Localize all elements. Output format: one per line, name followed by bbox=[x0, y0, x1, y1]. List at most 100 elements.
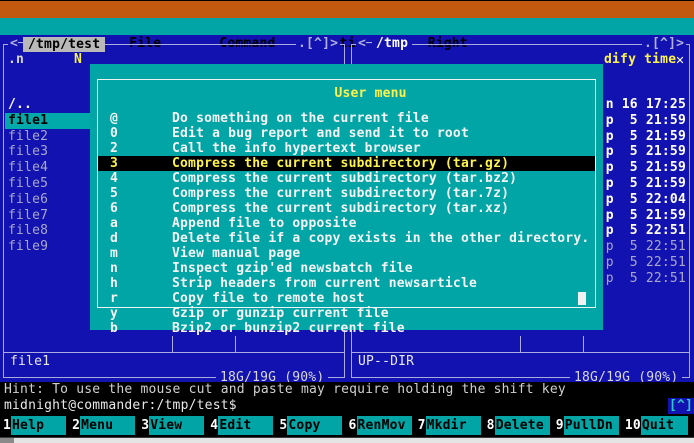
user-menu-item-label: Append file to opposite bbox=[172, 216, 357, 231]
user-menu-item-label: Strip headers from current newsarticle bbox=[172, 276, 477, 291]
function-key-label: Menu bbox=[80, 416, 135, 435]
horizontal-scrollbar[interactable] bbox=[0, 437, 694, 443]
file-time-row[interactable]: p 5 21:59 bbox=[604, 208, 686, 224]
file-time-row[interactable]: p 5 21:59 bbox=[604, 113, 686, 129]
user-menu-item-label: Compress the current subdirectory (tar.7… bbox=[172, 186, 509, 201]
user-menu-item-key: a bbox=[98, 216, 172, 231]
user-menu-item[interactable]: nInspect gzip'ed newsbatch file bbox=[98, 261, 595, 276]
function-key-number: 6 bbox=[348, 416, 356, 435]
file-time-row[interactable]: p 5 22:51 bbox=[604, 271, 686, 287]
function-key-label: View bbox=[149, 416, 204, 435]
user-menu-item[interactable]: 6Compress the current subdirectory (tar.… bbox=[98, 201, 595, 216]
function-key[interactable]: 2Menu bbox=[72, 414, 141, 437]
left-panel-corner-controls[interactable]: .[^]> bbox=[296, 37, 340, 51]
right-panel-time-list: n 16 17:25p 5 21:59p 5 21:59p 5 21:59p 5… bbox=[604, 67, 686, 317]
function-key[interactable]: 5Copy bbox=[279, 414, 348, 437]
file-time-row[interactable]: p 5 21:59 bbox=[604, 129, 686, 145]
left-panel-path[interactable]: /tmp/test bbox=[23, 37, 105, 52]
function-key-bar: 1Help2Menu3View4Edit5Copy6RenMov7Mkdir8D… bbox=[0, 414, 694, 437]
hint-line: Hint: To use the mouse cut and paste may… bbox=[0, 382, 694, 398]
function-key-label: PullDn bbox=[564, 416, 619, 435]
user-menu-item[interactable]: yGzip or gunzip current file bbox=[98, 306, 595, 321]
function-key[interactable]: 3View bbox=[141, 414, 210, 437]
user-menu-item[interactable]: 2Call the info hypertext browser bbox=[98, 141, 595, 156]
file-time-row[interactable]: p 5 22:51 bbox=[604, 223, 686, 239]
user-menu-item-label: Compress the current subdirectory (tar.b… bbox=[172, 171, 517, 186]
function-key[interactable]: 4Edit bbox=[210, 414, 279, 437]
scrollbar-thumb[interactable] bbox=[0, 438, 14, 443]
user-menu-item-key: b bbox=[98, 321, 172, 336]
function-key[interactable]: 1Help bbox=[3, 414, 72, 437]
function-key-number: 4 bbox=[210, 416, 218, 435]
left-panel-mini-status: file1 bbox=[10, 354, 50, 369]
user-menu-item[interactable]: 3Compress the current subdirectory (tar.… bbox=[98, 156, 595, 171]
user-menu-item-label: Copy file to remote host bbox=[172, 291, 365, 306]
user-menu-item-label: Call the info hypertext browser bbox=[172, 141, 421, 156]
left-panel-name-header[interactable]: N bbox=[74, 52, 82, 67]
user-menu-item-key: d bbox=[98, 231, 172, 246]
user-menu-item[interactable]: aAppend file to opposite bbox=[98, 216, 595, 231]
user-menu-item[interactable]: @Do something on the current file bbox=[98, 111, 595, 126]
user-menu-item[interactable]: 0Edit a bug report and send it to root bbox=[98, 126, 595, 141]
user-menu-item-key: 0 bbox=[98, 126, 172, 141]
function-key-number: 10 bbox=[625, 416, 641, 435]
user-menu-item-label: Compress the current subdirectory (tar.g… bbox=[172, 156, 509, 171]
user-menu-item-key: 2 bbox=[98, 141, 172, 156]
user-menu-item-key: y bbox=[98, 306, 172, 321]
file-time-row[interactable]: p 5 22:04 bbox=[604, 192, 686, 208]
right-panel-path[interactable]: /tmp bbox=[372, 37, 412, 51]
user-menu-item-key: r bbox=[98, 291, 172, 306]
user-menu-item-label: Bzip2 or bunzip2 current file bbox=[172, 321, 405, 336]
function-key[interactable]: 10Quit bbox=[625, 414, 694, 437]
user-menu-item[interactable]: dDelete file if a copy exists in the oth… bbox=[98, 231, 595, 246]
user-menu-item-label: Delete file if a copy exists in the othe… bbox=[172, 231, 589, 246]
function-key[interactable]: 7Mkdir bbox=[418, 414, 487, 437]
user-menu-item-key: h bbox=[98, 276, 172, 291]
function-key[interactable]: 9PullDn bbox=[556, 414, 625, 437]
right-panel-mtime-header[interactable]: dify time bbox=[604, 52, 676, 67]
text-cursor bbox=[578, 292, 586, 305]
function-key-number: 2 bbox=[72, 416, 80, 435]
user-menu-item[interactable]: 4Compress the current subdirectory (tar.… bbox=[98, 171, 595, 186]
user-menu-item[interactable]: hStrip headers from current newsarticle bbox=[98, 276, 595, 291]
user-menu-item-label: Edit a bug report and send it to root bbox=[172, 126, 469, 141]
function-key-number: 9 bbox=[556, 416, 564, 435]
user-menu-item-label: Gzip or gunzip current file bbox=[172, 306, 389, 321]
window-titlebar: mc [midnight@commander]:/tmp/test – □ ✕ bbox=[0, 0, 694, 18]
command-line-corner-button[interactable]: [^] bbox=[668, 398, 694, 414]
file-time-row[interactable]: p 5 21:59 bbox=[604, 176, 686, 192]
function-key-label: Copy bbox=[287, 416, 342, 435]
user-menu-item[interactable]: bBzip2 or bunzip2 current file bbox=[98, 321, 595, 336]
user-menu-item-key: 6 bbox=[98, 201, 172, 216]
left-panel-sort-indicator[interactable]: .n bbox=[8, 52, 24, 67]
file-time-row[interactable]: n 16 17:25 bbox=[604, 97, 686, 113]
user-menu-item-key: @ bbox=[98, 111, 172, 126]
function-key-label: Mkdir bbox=[426, 416, 481, 435]
user-menu-item[interactable]: mView manual page bbox=[98, 246, 595, 261]
function-key-number: 3 bbox=[141, 416, 149, 435]
function-key-label: Help bbox=[11, 416, 66, 435]
file-time-row[interactable]: p 5 21:59 bbox=[604, 144, 686, 160]
function-key-label: Quit bbox=[641, 416, 688, 435]
user-menu-item-key: n bbox=[98, 261, 172, 276]
user-menu-item-label: Inspect gzip'ed newsbatch file bbox=[172, 261, 413, 276]
user-menu-item-label: Compress the current subdirectory (tar.x… bbox=[172, 201, 509, 216]
terminal-window: mc [midnight@commander]:/tmp/test – □ ✕ … bbox=[0, 0, 694, 443]
user-menu-item[interactable]: 5Compress the current subdirectory (tar.… bbox=[98, 186, 595, 201]
user-menu-dialog: User menu @Do something on the current f… bbox=[90, 64, 603, 330]
function-key-number: 7 bbox=[418, 416, 426, 435]
right-panel-corner-controls[interactable]: .[^]> bbox=[642, 37, 686, 51]
command-line[interactable]: midnight@commander:/tmp/test$ [^] bbox=[0, 398, 694, 414]
user-menu-item-key: 5 bbox=[98, 186, 172, 201]
user-menu-item-key: 3 bbox=[98, 156, 172, 171]
function-key-label: RenMov bbox=[357, 416, 412, 435]
file-time-row[interactable]: p 5 22:51 bbox=[604, 255, 686, 271]
shell-prompt: midnight@commander:/tmp/test$ bbox=[4, 398, 237, 413]
file-time-row[interactable]: p 5 21:59 bbox=[604, 160, 686, 176]
function-key[interactable]: 6RenMov bbox=[348, 414, 417, 437]
function-key-number: 8 bbox=[487, 416, 495, 435]
file-time-row[interactable]: p 5 22:51 bbox=[604, 239, 686, 255]
function-key[interactable]: 8Delete bbox=[487, 414, 556, 437]
function-key-label: Edit bbox=[218, 416, 273, 435]
user-menu-item[interactable]: rCopy file to remote host bbox=[98, 291, 595, 306]
